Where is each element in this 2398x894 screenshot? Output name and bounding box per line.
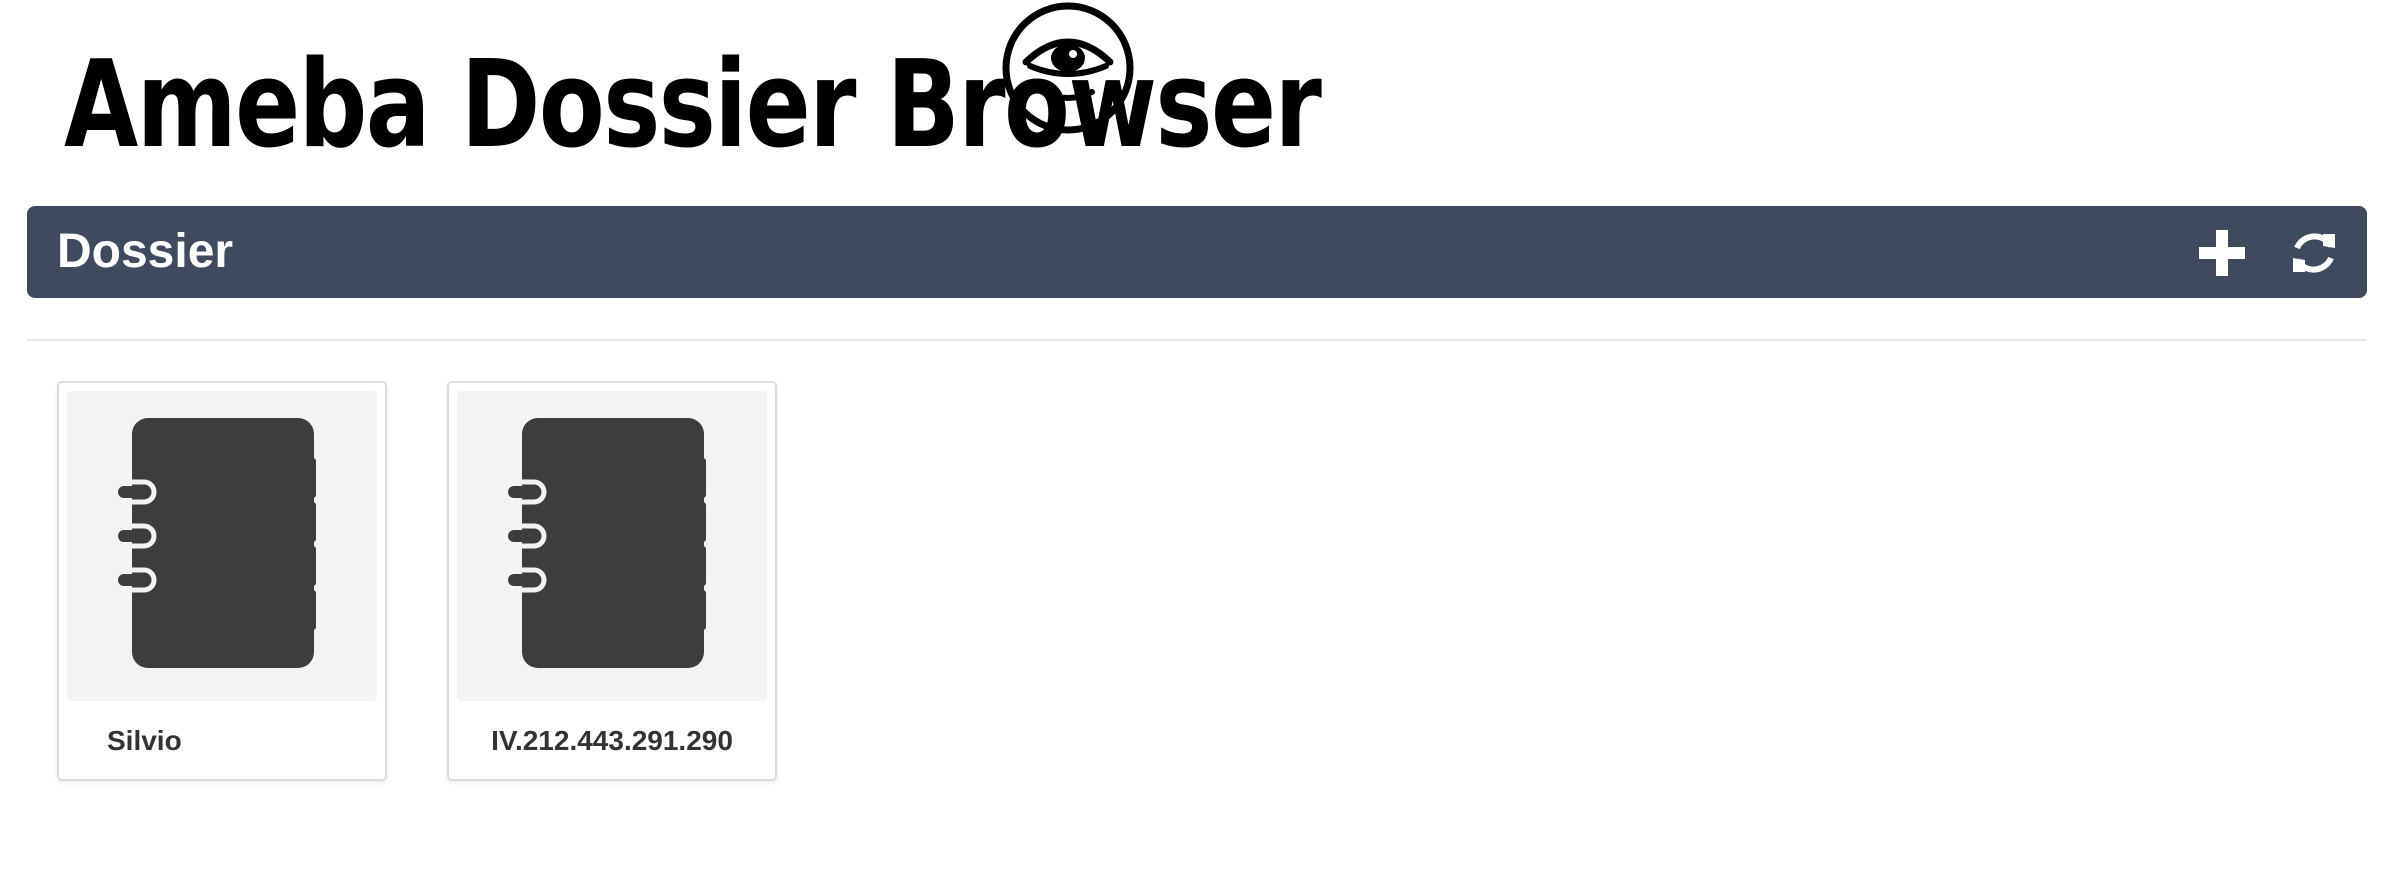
notebook-icon — [112, 418, 316, 668]
notebook-icon — [502, 418, 706, 668]
dossier-card[interactable]: IV.212.443.291.290 — [447, 381, 777, 781]
dossier-name: Silvio — [107, 725, 182, 756]
refresh-button[interactable] — [2287, 226, 2341, 280]
section-divider — [27, 339, 2367, 341]
dossier-thumbnail — [457, 391, 767, 701]
add-dossier-button[interactable] — [2195, 226, 2249, 280]
refresh-icon — [2293, 233, 2335, 273]
dossier-thumbnail — [67, 391, 377, 701]
app-title: Ameba Dossier Browser — [64, 36, 1322, 175]
eye-icon — [1002, 2, 1134, 134]
panel-title: Dossier — [57, 225, 234, 278]
dossier-card[interactable]: Silvio — [57, 381, 387, 781]
dossier-name: IV.212.443.291.290 — [491, 725, 733, 756]
dossier-panel-header: Dossier — [27, 206, 2367, 298]
plus-icon — [2199, 230, 2245, 276]
